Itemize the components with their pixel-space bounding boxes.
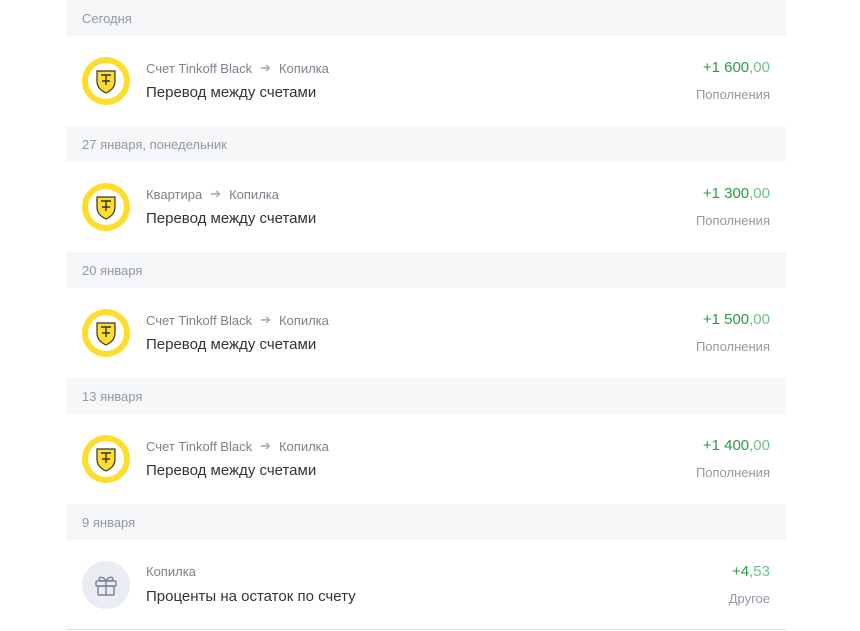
operation-category: Пополнения [695,339,770,354]
operation-category: Другое [728,591,770,606]
route-to: Копилка [278,438,329,454]
date-header: 9 января [66,504,786,540]
operation-row[interactable]: Копилка Проценты на остаток по счету +4,… [66,540,786,630]
arrow-right-icon: ➔ [210,186,222,201]
tinkoff-logo-icon [82,309,130,357]
operation-title: Перевод между счетами [146,84,317,101]
operation-amount: +1 400,00 [703,437,770,454]
amount-integer: +4 [732,563,750,580]
route-from: Копилка [146,564,196,579]
operations-feed: Сегодня Счет Tinkoff Black ➔ Копилка Пер… [66,0,786,630]
tinkoff-logo-icon [82,435,130,483]
date-label: 20 января [82,262,143,278]
arrow-right-icon: ➔ [260,60,271,75]
amount-integer: +1 500 [702,311,750,328]
gift-icon [82,561,130,609]
date-header: 13 января [66,378,786,414]
operation-title: Перевод между счетами [146,462,317,479]
operation-amount: +1 500,00 [703,311,770,328]
route-to: Копилка [229,186,279,202]
date-label: 9 января [82,514,136,530]
operation-amount: +4,53 [732,563,770,580]
tinkoff-logo-icon [82,57,130,105]
amount-integer: +1 400 [702,437,750,454]
tinkoff-logo-icon [82,183,130,231]
amount-integer: +1 300 [702,185,750,202]
operation-category: Пополнения [695,87,770,102]
date-header: 20 января [66,252,786,288]
arrow-right-icon: ➔ [260,312,271,327]
route-from: Счет Tinkoff Black [146,312,253,328]
transfer-route: Счет Tinkoff Black ➔ Копилка [146,438,329,454]
operation-row[interactable]: Квартира ➔ Копилка Перевод между счетами… [66,162,786,252]
amount-fraction: ,53 [749,563,770,580]
transfer-route: Квартира ➔ Копилка [146,186,279,202]
route-to: Копилка [278,312,329,328]
route-from: Квартира [146,186,203,202]
operation-row[interactable]: Счет Tinkoff Black ➔ Копилка Перевод меж… [66,414,786,504]
operation-category: Пополнения [695,465,770,480]
operation-title: Перевод между счетами [146,336,317,353]
operation-title: Перевод между счетами [146,210,317,227]
operation-row[interactable]: Счет Tinkoff Black ➔ Копилка Перевод меж… [66,288,786,378]
route-from: Счет Tinkoff Black [146,438,253,454]
amount-fraction: ,00 [749,311,770,328]
account-name: Копилка [146,564,196,579]
amount-integer: +1 600 [702,59,750,76]
route-from: Счет Tinkoff Black [146,60,253,76]
operation-amount: +1 600,00 [703,59,770,76]
amount-fraction: ,00 [749,437,770,454]
arrow-right-icon: ➔ [260,438,271,453]
route-to: Копилка [278,60,329,76]
date-label: 13 января [82,388,143,404]
date-label: 27 января, понедельник [82,136,227,152]
date-header: Сегодня [66,0,786,36]
transfer-route: Счет Tinkoff Black ➔ Копилка [146,60,329,76]
amount-fraction: ,00 [749,59,770,76]
operation-row[interactable]: Счет Tinkoff Black ➔ Копилка Перевод меж… [66,36,786,126]
operation-title: Проценты на остаток по счету [146,588,356,605]
date-label: Сегодня [82,10,132,26]
transfer-route: Счет Tinkoff Black ➔ Копилка [146,312,329,328]
date-header: 27 января, понедельник [66,126,786,162]
amount-fraction: ,00 [749,185,770,202]
operation-amount: +1 300,00 [703,185,770,202]
operation-category: Пополнения [695,213,770,228]
